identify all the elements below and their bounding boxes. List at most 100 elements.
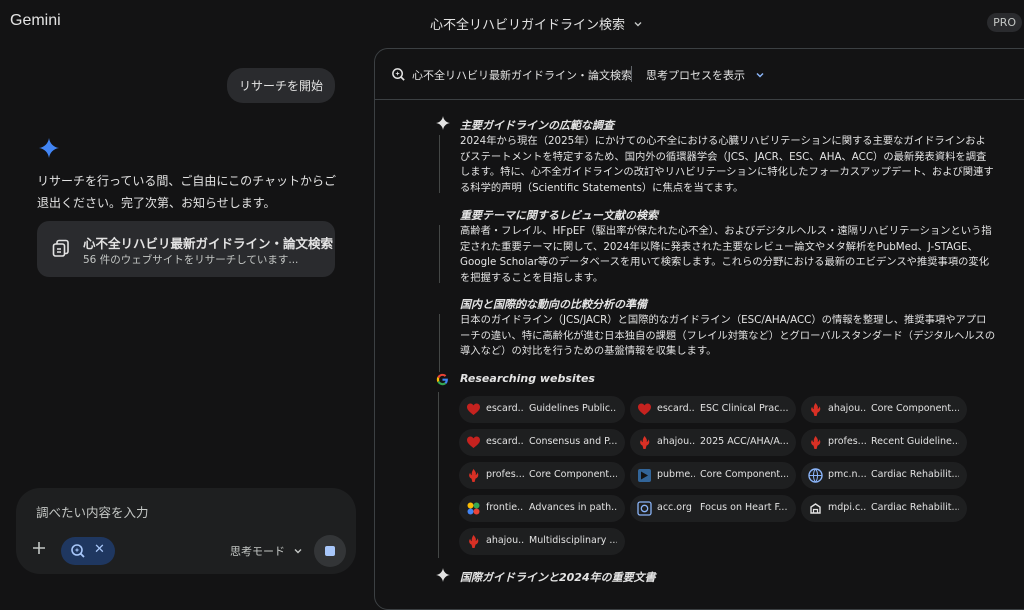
step-title: 重要テーマに関するレビュー文献の検索 xyxy=(460,209,658,222)
frontiers-icon xyxy=(467,502,480,515)
website-source-chip[interactable]: profes... Recent Guideline... xyxy=(801,429,967,456)
site-title: ESC Clinical Prac... xyxy=(700,403,788,414)
torch-icon xyxy=(469,469,479,482)
step-body: 日本のガイドライン（JCS/JACR）と国際的なガイドライン（ESC/AHA/A… xyxy=(460,314,996,358)
site-source: ahajou... xyxy=(828,403,866,414)
step-title: 主要ガイドラインの広範な調査 xyxy=(460,119,614,132)
site-title: Core Component... xyxy=(871,403,959,414)
ai-message: リサーチを行っている間、ご自由にこのチャットからご退出ください。完了次第、お知ら… xyxy=(37,174,337,210)
deep-research-icon xyxy=(392,68,405,81)
show-thinking-toggle[interactable]: 思考プロセスを表示 xyxy=(646,67,765,83)
site-title: Consensus and P... xyxy=(529,436,617,447)
mode-label: 思考モード xyxy=(230,545,285,558)
website-source-chip[interactable]: pmc.n... Cardiac Rehabilit... xyxy=(801,462,967,489)
site-source: profes... xyxy=(486,469,524,480)
site-title: Recent Guideline... xyxy=(871,436,959,447)
pubmed-icon xyxy=(638,469,651,482)
thought-step: 主要ガイドラインの広範な調査 2024年から現在（2025年）にかけての心不全に… xyxy=(436,116,996,196)
site-title: Cardiac Rehabilit... xyxy=(871,502,959,513)
heart-icon xyxy=(467,436,480,448)
site-title: Multidisciplinary ... xyxy=(529,535,617,546)
task-status: 56 件のウェブサイトをリサーチしています... xyxy=(83,254,299,266)
website-source-chip[interactable]: ahajou... Multidisciplinary ... xyxy=(459,528,625,555)
heart-icon xyxy=(638,403,651,415)
step-connector xyxy=(438,392,439,558)
website-source-list: escard... Guidelines Public... escard... ES… xyxy=(459,396,979,560)
app-logo[interactable]: Gemini xyxy=(10,12,61,30)
task-title: 心不全リハビリ最新ガイドライン・論文検索 xyxy=(83,236,334,251)
site-source: pmc.n... xyxy=(828,469,866,480)
gemini-spark-icon xyxy=(39,138,59,158)
add-attachment-button[interactable] xyxy=(32,539,46,560)
step-title: 国内と国際的な動向の比較分析の準備 xyxy=(460,298,647,311)
site-source: escard... xyxy=(657,403,695,414)
conversation-title-dropdown[interactable]: 心不全リハビリガイドライン検索 xyxy=(430,14,643,33)
divider xyxy=(631,66,632,82)
site-source: escard... xyxy=(486,436,524,447)
plus-icon xyxy=(33,542,45,554)
step-body: 2024年から現在（2025年）にかけての心不全における心臓リハビリテーションに… xyxy=(460,135,994,194)
stop-button[interactable] xyxy=(314,535,346,567)
site-source: pubme... xyxy=(657,469,695,480)
acc-icon xyxy=(637,501,652,516)
site-source: acc.org xyxy=(657,502,692,513)
torch-icon xyxy=(811,403,821,416)
top-bar: Gemini 心不全リハビリガイドライン検索 PRO xyxy=(0,0,1024,46)
research-task-card[interactable]: 心不全リハビリ最新ガイドライン・論文検索 56 件のウェブサイトをリサーチしてい… xyxy=(37,221,335,277)
stop-icon xyxy=(325,546,335,556)
pmc-icon xyxy=(808,468,823,483)
website-source-chip[interactable]: ahajou... 2025 ACC/AHA/A... xyxy=(630,429,796,456)
site-source: ahajou... xyxy=(657,436,695,447)
thought-step: 国際ガイドラインと2024年の重要文書 xyxy=(436,568,656,586)
torch-icon xyxy=(811,436,821,449)
website-source-chip[interactable]: profes... Core Component... xyxy=(459,462,625,489)
deep-research-icon xyxy=(71,544,85,558)
website-source-chip[interactable]: frontie... Advances in path... xyxy=(459,495,625,522)
website-source-chip[interactable]: escard... Consensus and P... xyxy=(459,429,625,456)
heart-icon xyxy=(467,403,480,415)
prompt-input[interactable] xyxy=(34,500,338,524)
site-title: Advances in path... xyxy=(529,502,617,513)
chevron-down-icon xyxy=(294,549,302,554)
site-title: Cardiac Rehabilit... xyxy=(871,469,959,480)
website-source-chip[interactable]: acc.org Focus on Heart F... xyxy=(630,495,796,522)
google-icon xyxy=(436,373,448,386)
website-source-chip[interactable]: ahajou... Core Component... xyxy=(801,396,967,423)
torch-icon xyxy=(469,535,479,548)
site-source: frontie... xyxy=(486,502,524,513)
site-source: ahajou... xyxy=(486,535,524,546)
chevron-down-icon xyxy=(756,72,764,78)
step-title: 国際ガイドラインと2024年の重要文書 xyxy=(460,571,656,584)
website-source-chip[interactable]: escard... Guidelines Public... xyxy=(459,396,625,423)
step-connector xyxy=(439,225,440,283)
site-source: profes... xyxy=(828,436,866,447)
conversation-title: 心不全リハビリガイドライン検索 xyxy=(430,18,626,33)
spark-icon xyxy=(436,116,450,130)
chevron-down-icon xyxy=(634,21,642,26)
panel-title: 心不全リハビリ最新ガイドライン・論文検索 xyxy=(412,69,632,82)
spark-icon xyxy=(436,568,450,582)
mdpi-icon xyxy=(810,503,821,514)
thought-step: 重要テーマに関するレビュー文献の検索 高齢者・フレイル、HFpEF（駆出率が保た… xyxy=(439,207,996,286)
website-source-chip[interactable]: escard... ESC Clinical Prac... xyxy=(630,396,796,423)
thought-step: 国内と国際的な動向の比較分析の準備 日本のガイドライン（JCS/JACR）と国際… xyxy=(439,296,996,372)
torch-icon xyxy=(640,436,650,449)
website-source-chip[interactable]: pubme... Core Component... xyxy=(630,462,796,489)
researching-websites-label: Researching websites xyxy=(460,372,595,385)
website-source-chip[interactable]: mdpi.c... Cardiac Rehabilit... xyxy=(801,495,967,522)
deep-research-chip[interactable]: ✕ xyxy=(61,537,115,565)
close-icon[interactable]: ✕ xyxy=(94,542,105,557)
user-message: リサーチを開始 xyxy=(227,68,336,103)
step-connector xyxy=(439,135,440,193)
plan-badge[interactable]: PRO xyxy=(987,13,1022,32)
thinking-mode-selector[interactable]: 思考モード xyxy=(230,543,303,559)
site-source: escard... xyxy=(486,403,524,414)
site-title: Focus on Heart F... xyxy=(700,502,788,513)
prompt-composer: ✕ 思考モード xyxy=(16,488,356,574)
step-body: 高齢者・フレイル、HFpEF（駆出率が保たれた心不全）、およびデジタルヘルス・遠… xyxy=(460,225,992,284)
panel-header: 心不全リハビリ最新ガイドライン・論文検索 思考プロセスを表示 xyxy=(375,49,1024,100)
show-thinking-label: 思考プロセスを表示 xyxy=(646,69,745,82)
site-title: Guidelines Public... xyxy=(529,403,617,414)
site-title: Core Component... xyxy=(529,469,617,480)
research-document-icon xyxy=(52,239,69,257)
